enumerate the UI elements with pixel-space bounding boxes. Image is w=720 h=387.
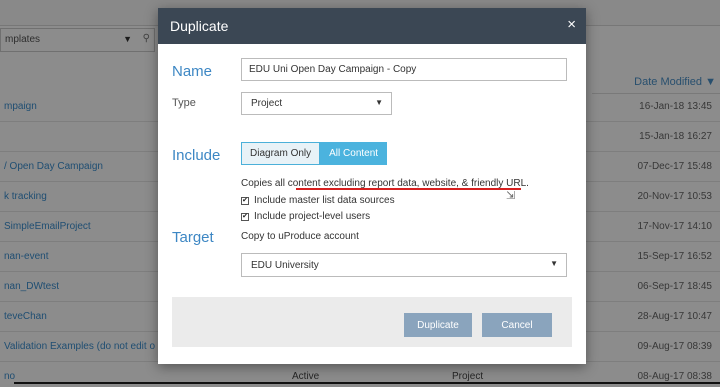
- include-section-label: Include: [172, 147, 221, 164]
- chevron-down-icon: ▼: [375, 98, 383, 107]
- diagram-only-option[interactable]: Diagram Only: [241, 142, 321, 165]
- cancel-button[interactable]: Cancel: [482, 313, 552, 337]
- duplicate-dialog: Duplicate × Name Type Project ▼ Include …: [158, 8, 586, 364]
- name-input[interactable]: [241, 58, 567, 81]
- close-icon[interactable]: ×: [567, 16, 576, 33]
- include-project-users-label: Include project-level users: [254, 211, 371, 222]
- dialog-footer: Duplicate Cancel: [172, 297, 572, 347]
- target-account-value: EDU University: [251, 260, 319, 271]
- chevron-down-icon: ▼: [550, 259, 558, 268]
- checkbox-checked-icon[interactable]: ✔: [241, 212, 249, 221]
- duplicate-button[interactable]: Duplicate: [404, 313, 472, 337]
- all-content-option[interactable]: All Content: [320, 142, 388, 165]
- mouse-cursor-icon: ⇲: [506, 190, 516, 202]
- include-master-list-label: Include master list data sources: [254, 195, 395, 206]
- dialog-header: Duplicate ×: [158, 8, 586, 44]
- name-section-label: Name: [172, 63, 213, 80]
- include-project-users-checkbox[interactable]: ✔ Include project-level users: [241, 211, 370, 222]
- bottom-divider: [14, 382, 720, 384]
- annotation-underline: [296, 188, 521, 190]
- type-label: Type: [172, 97, 196, 109]
- include-segmented-control: Diagram Only All Content: [241, 142, 388, 165]
- checkbox-checked-icon[interactable]: ✔: [241, 196, 249, 205]
- dialog-title: Duplicate: [170, 18, 229, 34]
- target-account-label: Copy to uProduce account: [241, 231, 359, 242]
- target-section-label: Target: [172, 229, 214, 246]
- type-select-value: Project: [251, 98, 283, 109]
- target-account-select[interactable]: EDU University ▼: [241, 253, 567, 277]
- type-select[interactable]: Project ▼: [241, 92, 392, 115]
- include-master-list-checkbox[interactable]: ✔ Include master list data sources: [241, 195, 395, 206]
